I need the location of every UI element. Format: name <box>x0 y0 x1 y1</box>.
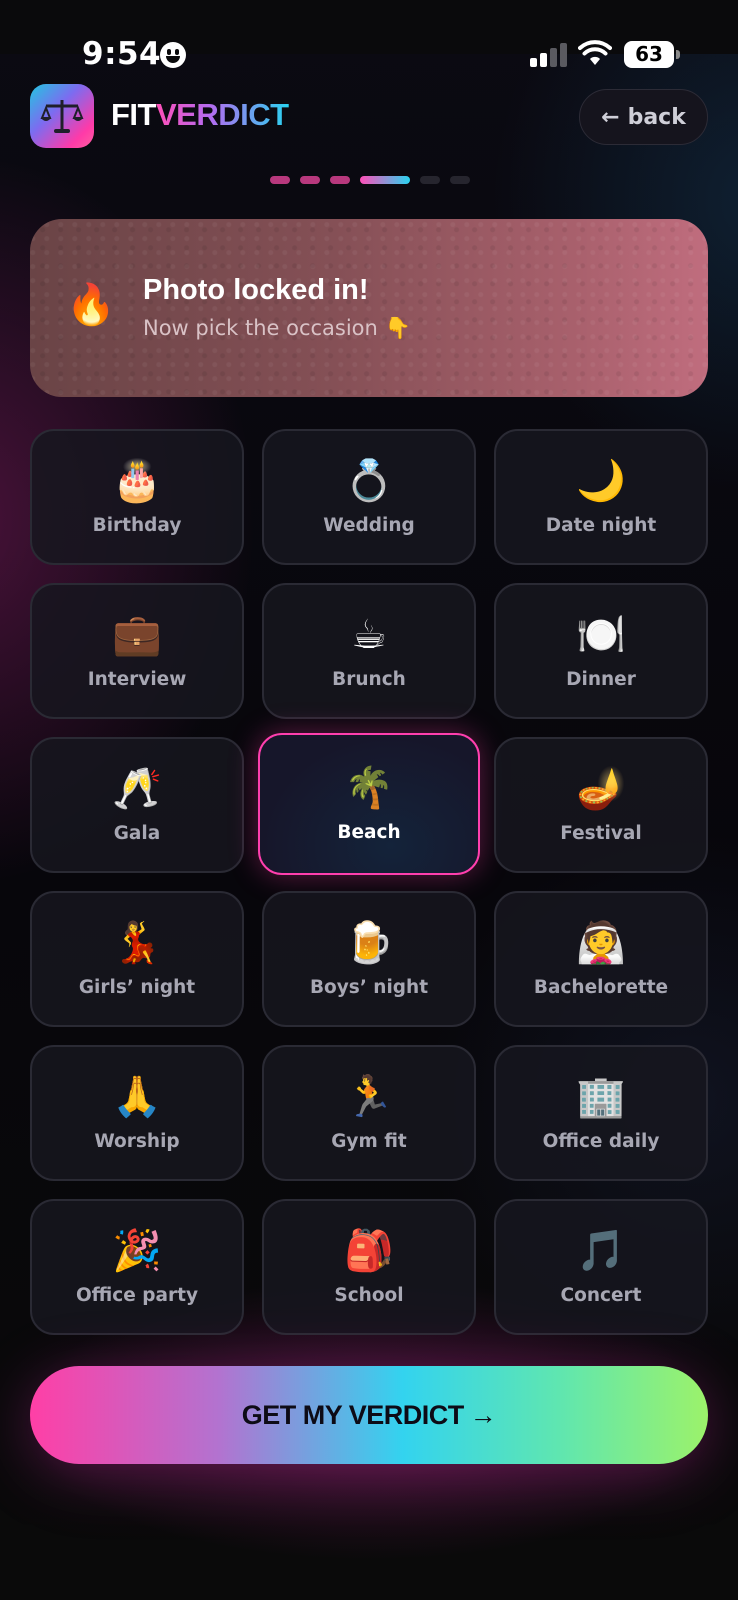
occasion-card-girls-night[interactable]: 💃 Girls’ night <box>30 891 244 1027</box>
occasion-label: Date night <box>545 514 657 536</box>
dancer-icon: 💃 <box>112 919 162 966</box>
progress-step <box>420 176 440 184</box>
progress-step <box>450 176 470 184</box>
scales-icon <box>40 100 84 133</box>
progress-step <box>330 176 350 184</box>
occasion-label: Gym fit <box>331 1130 407 1152</box>
music-notes-icon: 🎵 <box>576 1227 626 1274</box>
app-logo-icon <box>30 84 94 148</box>
occasion-card-festival[interactable]: 🪔 Festival <box>494 737 708 873</box>
step-progress-indicator <box>270 176 470 184</box>
occasion-card-date-night[interactable]: 🌙 Date night <box>494 429 708 565</box>
occasion-label: Birthday <box>92 514 182 536</box>
occasion-card-dinner[interactable]: 🍽️ Dinner <box>494 583 708 719</box>
banner-subtitle: Now pick the occasion 👇 <box>143 316 411 340</box>
brand-logotype: FITVERDICT <box>111 97 289 133</box>
occasion-label: Interview <box>87 668 187 690</box>
progress-step <box>300 176 320 184</box>
status-time: 9:54 <box>82 36 162 72</box>
get-verdict-label: GET MY VERDICT <box>241 1399 465 1430</box>
occasion-card-gala[interactable]: 🥂 Gala <box>30 737 244 873</box>
arrow-right-icon: → <box>469 1399 497 1430</box>
occasion-label: Wedding <box>323 514 415 536</box>
occasion-label: Concert <box>560 1284 642 1306</box>
brand-part-verdict: VERDICT <box>156 97 289 132</box>
runner-icon: 🏃 <box>344 1073 394 1120</box>
occasion-card-bachelorette[interactable]: 👰 Bachelorette <box>494 891 708 1027</box>
beer-mug-icon: 🍺 <box>344 919 394 966</box>
ring-icon: 💍 <box>344 457 394 504</box>
occasion-card-boys-night[interactable]: 🍺 Boys’ night <box>262 891 476 1027</box>
fire-icon: 🔥 <box>66 282 116 328</box>
occasion-label: Brunch <box>332 668 406 690</box>
occasion-card-office-daily[interactable]: 🏢 Office daily <box>494 1045 708 1181</box>
banner-title: Photo locked in! <box>143 274 369 306</box>
bride-icon: 👰 <box>576 919 626 966</box>
backpack-icon: 🎒 <box>344 1227 394 1274</box>
brand-part-fit: FIT <box>111 97 157 132</box>
crescent-moon-icon: 🌙 <box>576 457 626 504</box>
occasion-card-wedding[interactable]: 💍 Wedding <box>262 429 476 565</box>
cellular-signal-icon <box>530 43 567 67</box>
progress-step <box>270 176 290 184</box>
occasion-card-school[interactable]: 🎒 School <box>262 1199 476 1335</box>
briefcase-icon: 💼 <box>112 611 162 658</box>
diya-lamp-icon: 🪔 <box>576 765 626 812</box>
office-building-icon: 🏢 <box>576 1073 626 1120</box>
occasion-label: Office daily <box>542 1130 660 1152</box>
battery-tip <box>676 50 680 59</box>
get-verdict-button[interactable]: GET MY VERDICT → <box>30 1366 708 1464</box>
occasion-card-beach-selected[interactable]: 🌴 Beach <box>258 733 480 875</box>
back-arrow-icon: ← <box>601 104 620 130</box>
battery-indicator: 63 <box>624 41 674 68</box>
palm-tree-icon: 🌴 <box>344 764 394 811</box>
wifi-icon <box>578 40 612 65</box>
birthday-cake-icon: 🎂 <box>112 457 162 504</box>
photo-confirmation-banner: 🔥 Photo locked in! Now pick the occasion… <box>30 219 708 397</box>
occasion-label: Dinner <box>566 668 636 690</box>
coffee-cup-icon: ☕ <box>351 611 387 658</box>
occasion-card-interview[interactable]: 💼 Interview <box>30 583 244 719</box>
progress-step-current <box>360 176 410 184</box>
praying-hands-icon: 🙏 <box>112 1073 162 1120</box>
back-button-label: back <box>627 104 686 130</box>
occasion-card-concert[interactable]: 🎵 Concert <box>494 1199 708 1335</box>
champagne-glasses-icon: 🥂 <box>112 765 162 812</box>
smiley-icon <box>160 42 186 68</box>
plate-cutlery-icon: 🍽️ <box>576 611 626 658</box>
occasion-label: Beach <box>337 821 401 843</box>
occasion-label: Gala <box>113 822 161 844</box>
occasion-card-birthday[interactable]: 🎂 Birthday <box>30 429 244 565</box>
occasion-card-brunch[interactable]: ☕ Brunch <box>262 583 476 719</box>
occasion-card-office-party[interactable]: 🎉 Office party <box>30 1199 244 1335</box>
occasion-label: Office party <box>75 1284 199 1306</box>
back-button[interactable]: ← back <box>579 89 708 145</box>
occasion-card-gym-fit[interactable]: 🏃 Gym fit <box>262 1045 476 1181</box>
occasion-label: School <box>334 1284 404 1306</box>
occasion-card-worship[interactable]: 🙏 Worship <box>30 1045 244 1181</box>
occasion-label: Girls’ night <box>78 976 196 998</box>
occasion-label: Festival <box>560 822 642 844</box>
occasion-label: Worship <box>94 1130 180 1152</box>
party-popper-icon: 🎉 <box>112 1227 162 1274</box>
occasion-label: Boys’ night <box>309 976 429 998</box>
occasion-label: Bachelorette <box>533 976 669 998</box>
